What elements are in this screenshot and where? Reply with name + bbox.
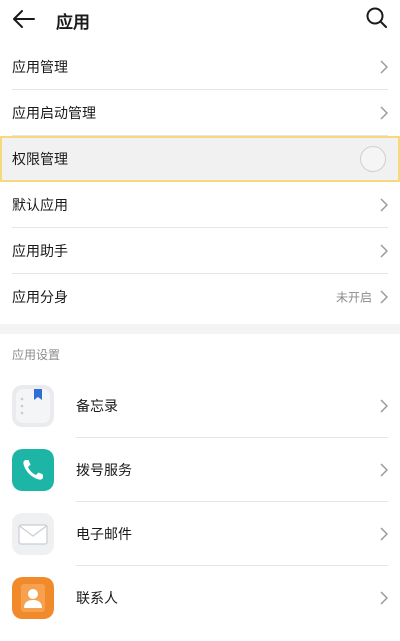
back-button[interactable] [10,6,38,32]
phone-icon [12,449,54,491]
app-item-label: 备忘录 [76,399,118,415]
app-item-email[interactable]: 电子邮件 [0,502,400,566]
search-icon [366,7,387,28]
email-icon [12,513,54,555]
menu-item-label: 默认应用 [12,198,68,214]
chevron-right-icon [380,106,388,120]
page-title: 应用 [56,13,90,33]
chevron-right-icon [380,60,388,74]
menu-item-label: 应用分身 [12,290,68,306]
menu-item-label: 应用启动管理 [12,106,96,122]
notepad-icon [12,385,54,427]
chevron-right-icon [380,399,388,413]
chevron-right-icon [380,198,388,212]
contacts-icon [12,577,54,619]
chevron-right-icon [380,591,388,605]
chevron-right-icon [380,463,388,477]
app-item-contacts[interactable]: 联系人 [0,566,400,630]
menu-item-label: 应用管理 [12,60,68,76]
section-title-app-settings: 应用设置 [12,348,61,362]
menu-item-app-management[interactable]: 应用管理 [0,44,400,90]
search-button[interactable] [364,5,390,31]
menu-item-label: 应用助手 [12,244,68,260]
app-item-label: 拨号服务 [76,463,132,479]
chevron-right-icon [380,244,388,258]
menu-item-default-apps[interactable]: 默认应用 [0,182,400,228]
menu-item-startup-management[interactable]: 应用启动管理 [0,90,400,136]
menu-item-permission-management[interactable]: 权限管理 [0,136,400,182]
menu-item-app-twin[interactable]: 应用分身 未开启 [0,274,400,320]
app-item-label: 联系人 [76,591,118,607]
chevron-right-icon [380,527,388,541]
chevron-right-icon [380,290,388,304]
menu-item-label: 权限管理 [12,152,68,168]
menu-item-app-assistant[interactable]: 应用助手 [0,228,400,274]
back-arrow-icon [13,10,35,28]
app-item-notes[interactable]: 备忘录 [0,374,400,438]
app-twin-status: 未开启 [335,290,372,305]
app-item-dialer[interactable]: 拨号服务 [0,438,400,502]
section-divider [0,324,400,334]
app-item-label: 电子邮件 [76,527,132,543]
press-ripple-indicator [360,146,386,172]
app-header: 应用 [0,0,400,38]
